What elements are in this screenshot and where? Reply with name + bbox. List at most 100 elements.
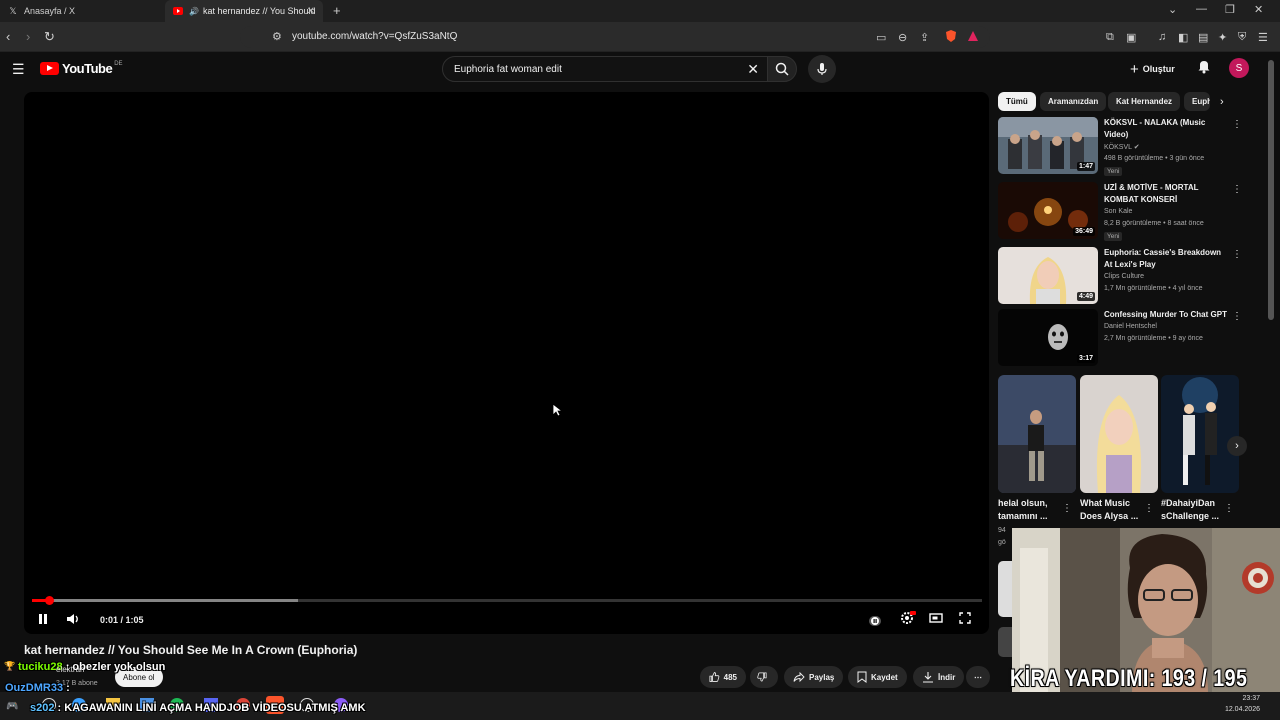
- short-thumbnail[interactable]: [998, 375, 1076, 493]
- sidebar-icon[interactable]: ◧: [1178, 31, 1188, 44]
- recommendation-item[interactable]: 3:17 Confessing Murder To Chat GPT Danie…: [998, 309, 1248, 369]
- fullscreen-button[interactable]: [959, 611, 971, 629]
- more-vert-icon[interactable]: ⋮: [1144, 503, 1154, 514]
- close-window-icon[interactable]: ✕: [1254, 3, 1263, 16]
- view-meta: 2,7 Mn görüntüleme • 9 ay önce: [1104, 335, 1203, 342]
- cast-icon[interactable]: ▭: [876, 31, 886, 44]
- search-input[interactable]: Euphoria fat woman edit ✕: [442, 56, 768, 82]
- page-scrollbar[interactable]: [1268, 60, 1274, 320]
- more-vert-icon[interactable]: ⋮: [1232, 184, 1242, 195]
- leo-icon[interactable]: ✦: [1218, 31, 1227, 44]
- video-player[interactable]: 0:01 / 1:05: [24, 92, 989, 634]
- menu-icon[interactable]: ☰: [1258, 31, 1268, 44]
- duration-badge: 4:49: [1076, 292, 1095, 301]
- extensions-icon[interactable]: ⧉: [1106, 31, 1114, 44]
- clock-time: 23:37: [1242, 695, 1260, 702]
- short-title[interactable]: #DahaiyiDan sChallenge ...: [1161, 497, 1227, 523]
- forward-icon[interactable]: ›: [26, 29, 30, 44]
- chip-kat-hernandez[interactable]: Kat Hernandez: [1108, 92, 1181, 111]
- zoom-icon[interactable]: ⊖: [898, 31, 907, 44]
- restore-icon[interactable]: ❐: [1225, 3, 1235, 16]
- rewards-icon[interactable]: [966, 29, 980, 46]
- download-button[interactable]: İndir: [913, 666, 965, 688]
- autoplay-toggle[interactable]: [869, 613, 881, 631]
- youtube-icon: [173, 6, 183, 16]
- save-button[interactable]: Kaydet: [848, 666, 907, 688]
- back-icon[interactable]: ‹: [6, 29, 10, 44]
- browser-tab-bar: 𝕏 Anasayfa / X 🔊 kat hernandez // You Sh…: [0, 0, 1280, 22]
- chip-euphoria[interactable]: Euph: [1184, 92, 1210, 111]
- short-title[interactable]: helal olsun, tamamını ...: [998, 497, 1064, 523]
- site-info-icon[interactable]: ⚙: [272, 30, 282, 43]
- reload-icon[interactable]: ↻: [44, 29, 55, 45]
- short-title[interactable]: What Music Does Alysa ...: [1080, 497, 1146, 523]
- mute-button[interactable]: [66, 612, 80, 630]
- more-vert-icon[interactable]: ⋮: [1232, 119, 1242, 130]
- chevron-right-icon[interactable]: ›: [1220, 96, 1224, 108]
- short-thumbnail[interactable]: [1161, 375, 1239, 493]
- short-thumbnail[interactable]: [1080, 375, 1158, 493]
- new-tab-button[interactable]: +: [333, 3, 341, 18]
- tab-x-home[interactable]: 𝕏 Anasayfa / X: [0, 0, 165, 22]
- chat-message: s202 : KAGAWANIN LİNİ AÇMA HANDJOB VİDEO…: [30, 702, 366, 714]
- download-icon: [923, 672, 933, 683]
- thumbnail[interactable]: 4:49: [998, 247, 1098, 304]
- recommendation-item[interactable]: 36:49 UZİ & MOTİVE - MORTAL KOMBAT KONSER…: [998, 182, 1248, 242]
- recommendation-item[interactable]: 4:49 Euphoria: Cassie's Breakdown At Lexi…: [998, 247, 1248, 307]
- clear-search-icon[interactable]: ✕: [747, 61, 759, 78]
- more-actions-button[interactable]: ⋯: [966, 666, 990, 688]
- duration-badge: 3:17: [1076, 354, 1095, 363]
- tabs-icon[interactable]: ▤: [1198, 31, 1208, 44]
- more-vert-icon[interactable]: ⋮: [1224, 503, 1234, 514]
- shorts-next-button[interactable]: ›: [1227, 436, 1247, 456]
- tab-youtube-video[interactable]: 🔊 kat hernandez // You Should ✕: [165, 0, 323, 22]
- notifications-button[interactable]: [1197, 59, 1211, 79]
- next-thumbnail[interactable]: [998, 627, 1012, 657]
- tab-list-icon[interactable]: ⌄: [1168, 3, 1177, 16]
- thumbnail[interactable]: 1:47: [998, 117, 1098, 174]
- thumbnail[interactable]: 3:17: [998, 309, 1098, 366]
- media-icon[interactable]: ♫: [1158, 31, 1166, 43]
- save-label: Kaydet: [871, 672, 898, 682]
- chevron-right-icon: ›: [1235, 440, 1239, 452]
- more-vert-icon[interactable]: ⋮: [1232, 311, 1242, 322]
- pause-button[interactable]: [37, 612, 49, 630]
- thumbnail[interactable]: 36:49: [998, 182, 1098, 239]
- more-vert-icon[interactable]: ⋮: [1062, 503, 1072, 514]
- voice-search-button[interactable]: [808, 55, 836, 83]
- channel-name[interactable]: Daniel Hentschel: [1104, 323, 1157, 330]
- create-button[interactable]: + Oluştur: [1130, 59, 1175, 79]
- progress-scrubber[interactable]: [45, 596, 55, 605]
- close-tab-icon[interactable]: ✕: [307, 6, 315, 17]
- url-text: youtube.com/watch?v=QsfZuS3aNtQ: [292, 31, 458, 42]
- next-thumbnail[interactable]: [998, 561, 1012, 617]
- youtube-logo[interactable]: YouTube DE: [40, 61, 123, 76]
- brave-shield-icon[interactable]: [944, 29, 958, 46]
- share-button[interactable]: Paylaş: [784, 666, 844, 688]
- taskbar-clock[interactable]: 23:37 12.04.2026: [1225, 693, 1260, 715]
- new-badge: Yeni: [1104, 232, 1123, 241]
- settings-button[interactable]: [900, 611, 916, 630]
- channel-name[interactable]: Clips Culture: [1104, 273, 1144, 280]
- progress-bar[interactable]: [32, 596, 982, 605]
- share-page-icon[interactable]: ⇪: [920, 31, 929, 44]
- view-meta: 1,7 Mn görüntüleme • 4 yıl önce: [1104, 285, 1203, 292]
- more-vert-icon[interactable]: ⋮: [1232, 249, 1242, 260]
- dislike-button[interactable]: [750, 666, 778, 688]
- chip-from-search[interactable]: Aramanızdan: [1040, 92, 1107, 111]
- channel-name[interactable]: KÖKSVL ✔: [1104, 143, 1140, 151]
- rent-goal-caption: KİRA YARDIMI: 193 / 195: [1010, 665, 1248, 692]
- vpn-icon[interactable]: ⛨: [1238, 31, 1246, 44]
- recommendation-item[interactable]: 1:47 KÖKSVL - NALAKA (Music Video) KÖKSVL…: [998, 117, 1248, 177]
- short-meta: 94: [998, 527, 1006, 534]
- short-meta: gö: [998, 539, 1006, 546]
- search-button[interactable]: [767, 56, 797, 82]
- chip-all[interactable]: Tümü: [998, 92, 1036, 111]
- avatar[interactable]: S: [1229, 58, 1249, 78]
- like-button[interactable]: 485: [700, 666, 746, 688]
- minimize-icon[interactable]: —: [1196, 3, 1207, 15]
- theater-mode-button[interactable]: [929, 611, 943, 629]
- wallet-icon[interactable]: ▣: [1126, 31, 1136, 44]
- guide-menu-icon[interactable]: ☰: [12, 61, 25, 78]
- channel-name[interactable]: Son Kale: [1104, 208, 1132, 215]
